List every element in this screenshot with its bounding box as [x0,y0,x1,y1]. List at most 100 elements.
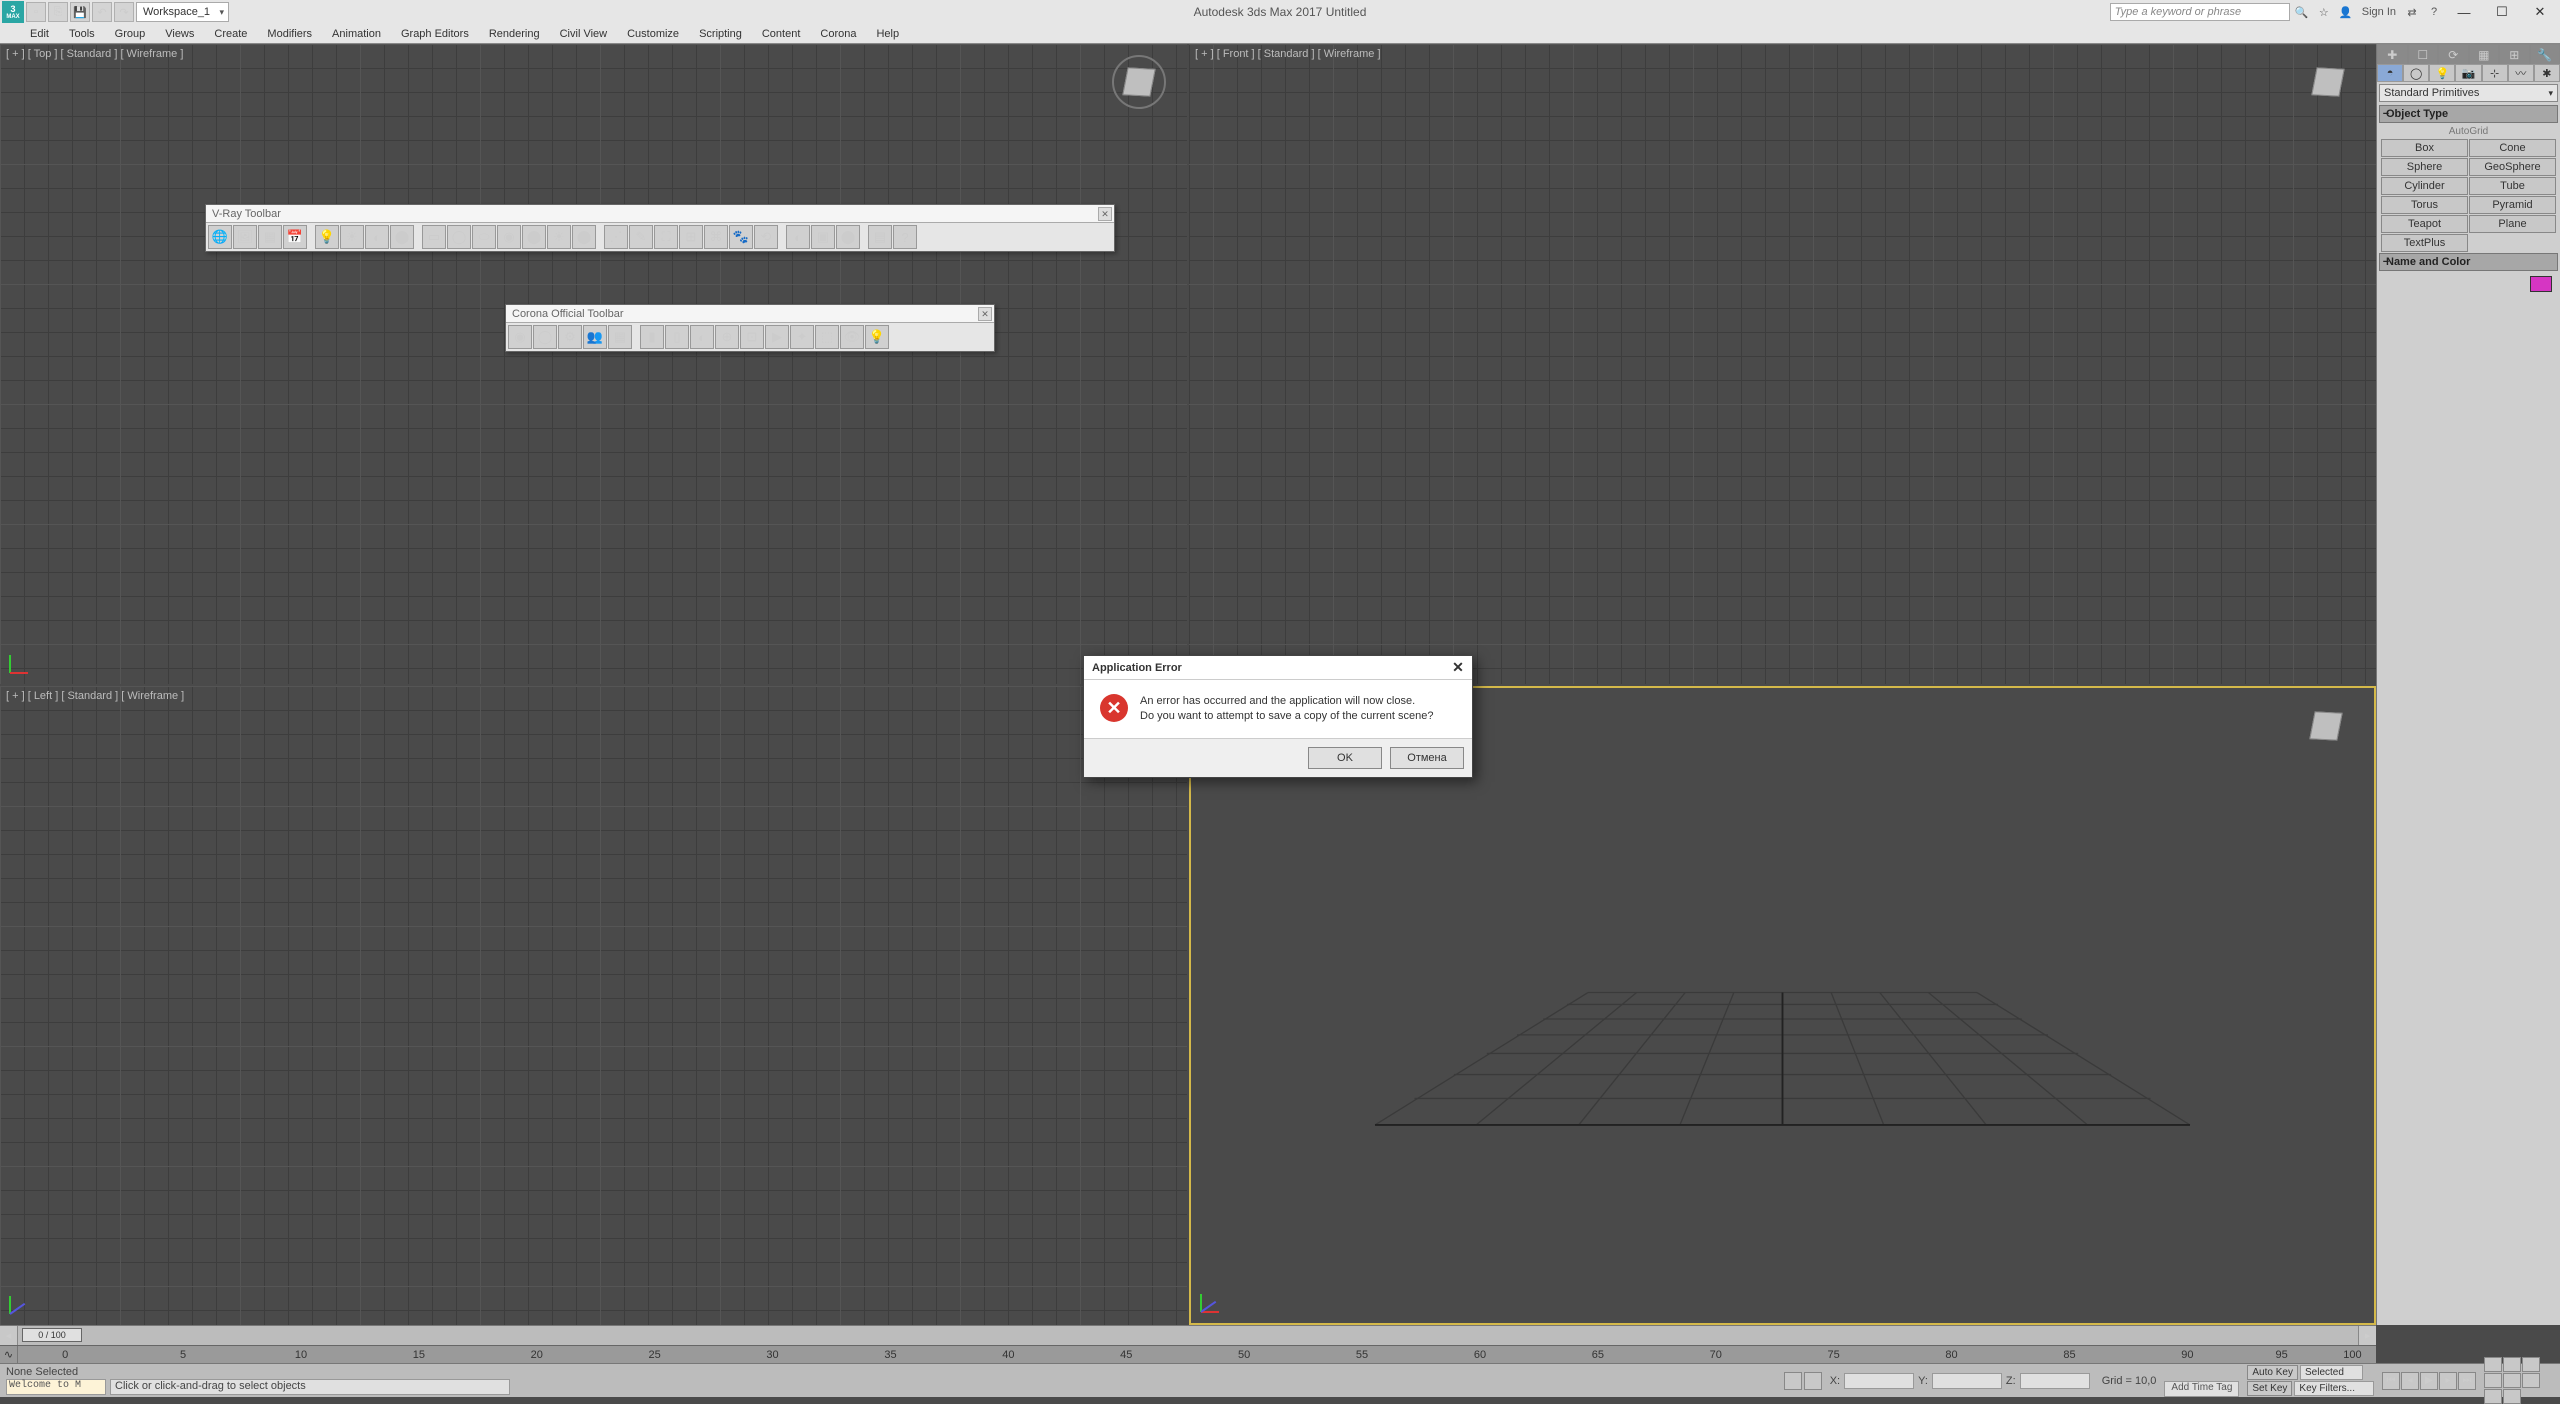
corona-tool-icon[interactable]: ▯ [665,325,689,349]
object-color-swatch[interactable] [2530,276,2552,292]
close-icon[interactable]: ✕ [1098,207,1112,221]
snap-toggle-icon[interactable] [1804,1372,1822,1390]
corona-tool-icon[interactable]: ✦ [790,325,814,349]
lock-selection-icon[interactable] [1784,1372,1802,1390]
viewport-left[interactable]: [ + ] [ Left ] [ Standard ] [ Wireframe … [0,686,1187,1326]
menu-tools[interactable]: Tools [59,24,105,43]
help-search-input[interactable]: Type a keyword or phrase [2110,3,2290,21]
cmd-tab-plus-icon[interactable]: ✚ [2377,44,2408,64]
maxscript-listener[interactable]: Welcome to M [6,1379,106,1395]
viewport-left-label[interactable]: [ + ] [ Left ] [ Standard ] [ Wireframe … [6,690,184,702]
rollout-object-type[interactable]: Object Type [2379,105,2558,123]
viewport-top[interactable]: [ + ] [ Top ] [ Standard ] [ Wireframe ] [0,44,1187,684]
prev-frame-icon[interactable]: ◂ [2401,1372,2419,1390]
search-icon[interactable]: 🔍 [2292,2,2312,22]
corona-tool-icon[interactable]: ◉ [508,325,532,349]
create-tab-cameras-icon[interactable]: 📷 [2455,64,2481,82]
close-icon[interactable]: ✕ [978,307,992,321]
nav-zoom-icon[interactable] [2484,1357,2502,1372]
play-icon[interactable]: ▶ [2420,1372,2438,1390]
viewport-front[interactable]: [ + ] [ Front ] [ Standard ] [ Wireframe… [1189,44,2376,684]
vray-tool-icon[interactable]: ⬤ [522,225,546,249]
btn-cylinder[interactable]: Cylinder [2381,177,2468,195]
cmd-tab-icon[interactable]: ⟳ [2438,44,2469,64]
vray-tool-icon[interactable]: 🌐 [208,225,232,249]
dialog-cancel-button[interactable]: Отмена [1390,747,1464,769]
qat-save-icon[interactable]: 💾 [70,2,90,22]
vray-tool-icon[interactable]: ▣ [811,225,835,249]
corona-toolbar-title[interactable]: Corona Official Toolbar✕ [506,305,994,323]
goto-start-icon[interactable]: ⏮ [2382,1372,2400,1390]
vray-tool-icon[interactable]: ⊞ [679,225,703,249]
goto-end-icon[interactable]: ⏭ [2458,1372,2476,1390]
menu-views[interactable]: Views [155,24,204,43]
corona-tool-icon[interactable]: ⬚ [815,325,839,349]
vray-tool-icon[interactable]: 📅 [283,225,307,249]
btn-cone[interactable]: Cone [2469,139,2556,157]
vray-tool-icon[interactable]: 🖼 [233,225,257,249]
nav-extents-icon[interactable] [2522,1357,2540,1372]
keyfilters-button[interactable]: Key Filters... [2294,1381,2374,1396]
vray-tool-icon[interactable]: ⬤ [572,225,596,249]
help-icon[interactable]: ? [2424,2,2444,22]
vray-light-icon[interactable]: ◐ [365,225,389,249]
track-bar[interactable]: ∿ 0 5 10 15 20 25 30 35 40 45 50 55 60 6… [0,1345,2376,1363]
menu-rendering[interactable]: Rendering [479,24,550,43]
corona-tool-icon[interactable]: ▦ [608,325,632,349]
time-slider-handle[interactable]: 0 / 100 [22,1328,82,1342]
corona-tool-icon[interactable]: ⊕ [715,325,739,349]
time-slider-right-icon[interactable]: ▸ [2358,1326,2376,1345]
viewcube-perspective[interactable] [2296,696,2356,756]
corona-tool-icon[interactable]: ⊡ [740,325,764,349]
corona-tool-icon[interactable]: ◯ [533,325,557,349]
menu-group[interactable]: Group [105,24,156,43]
vray-tool-icon[interactable]: ⛶ [654,225,678,249]
corona-tool-icon[interactable]: 👥 [583,325,607,349]
btn-plane[interactable]: Plane [2469,215,2556,233]
vray-tool-icon[interactable]: ◯ [447,225,471,249]
qat-open-icon[interactable]: ⎘ [48,2,68,22]
corona-tool-icon[interactable]: 💡 [865,325,889,349]
corona-tool-icon[interactable]: ▮ [640,325,664,349]
window-maximize-button[interactable]: ☐ [2484,1,2520,23]
vray-tool-icon[interactable]: ⋰ [604,225,628,249]
corona-tool-icon[interactable]: ⚙ [558,325,582,349]
vray-toolbar[interactable]: V-Ray Toolbar✕ 🌐 🖼 ▦ 📅 💡 ☀ ◐ ⬤ ▭ ◯ ⬭ ◉ ⬤… [205,204,1115,252]
corona-tool-icon[interactable]: ◐ [690,325,714,349]
vray-tool-icon[interactable]: ⬭ [472,225,496,249]
btn-textplus[interactable]: TextPlus [2381,234,2468,252]
autokey-toggle[interactable]: Auto Key [2247,1365,2298,1380]
dialog-ok-button[interactable]: OK [1308,747,1382,769]
setkey-button[interactable]: Set Key [2247,1381,2292,1396]
vray-tool-icon[interactable]: ⟲ [754,225,778,249]
exchange-icon[interactable]: ⇄ [2402,2,2422,22]
add-time-tag[interactable]: Add Time Tag [2164,1381,2239,1397]
menu-animation[interactable]: Animation [322,24,391,43]
vray-tool-icon[interactable]: ▭ [422,225,446,249]
user-icon[interactable]: 👤 [2336,2,2356,22]
vray-toolbar-title[interactable]: V-Ray Toolbar✕ [206,205,1114,223]
corona-toolbar[interactable]: Corona Official Toolbar✕ ◉ ◯ ⚙ 👥 ▦ ▮ ▯ ◐… [505,304,995,352]
btn-tube[interactable]: Tube [2469,177,2556,195]
btn-torus[interactable]: Torus [2381,196,2468,214]
btn-geosphere[interactable]: GeoSphere [2469,158,2556,176]
qat-new-icon[interactable]: ▫ [26,2,46,22]
create-tab-shapes-icon[interactable]: ◯ [2403,64,2429,82]
viewport-front-label[interactable]: [ + ] [ Front ] [ Standard ] [ Wireframe… [1195,48,1381,60]
signin-link[interactable]: Sign In [2358,6,2400,18]
btn-box[interactable]: Box [2381,139,2468,157]
window-minimize-button[interactable]: — [2446,1,2482,23]
viewcube-front[interactable] [2298,52,2358,112]
create-tab-systems-icon[interactable]: ✱ [2534,64,2560,82]
menu-content[interactable]: Content [752,24,811,43]
time-slider-left-icon[interactable]: ◂ [0,1326,18,1345]
menu-customize[interactable]: Customize [617,24,689,43]
viewport-perspective[interactable] [1189,686,2376,1326]
coord-x-input[interactable] [1844,1373,1914,1389]
nav-zoomall-icon[interactable] [2503,1357,2521,1372]
dialog-close-icon[interactable]: ✕ [1448,658,1468,676]
create-tab-geometry-icon[interactable]: ◓ [2377,64,2403,82]
coord-y-input[interactable] [1932,1373,2002,1389]
corona-tool-icon[interactable]: ▶ [765,325,789,349]
menu-edit[interactable]: Edit [20,24,59,43]
